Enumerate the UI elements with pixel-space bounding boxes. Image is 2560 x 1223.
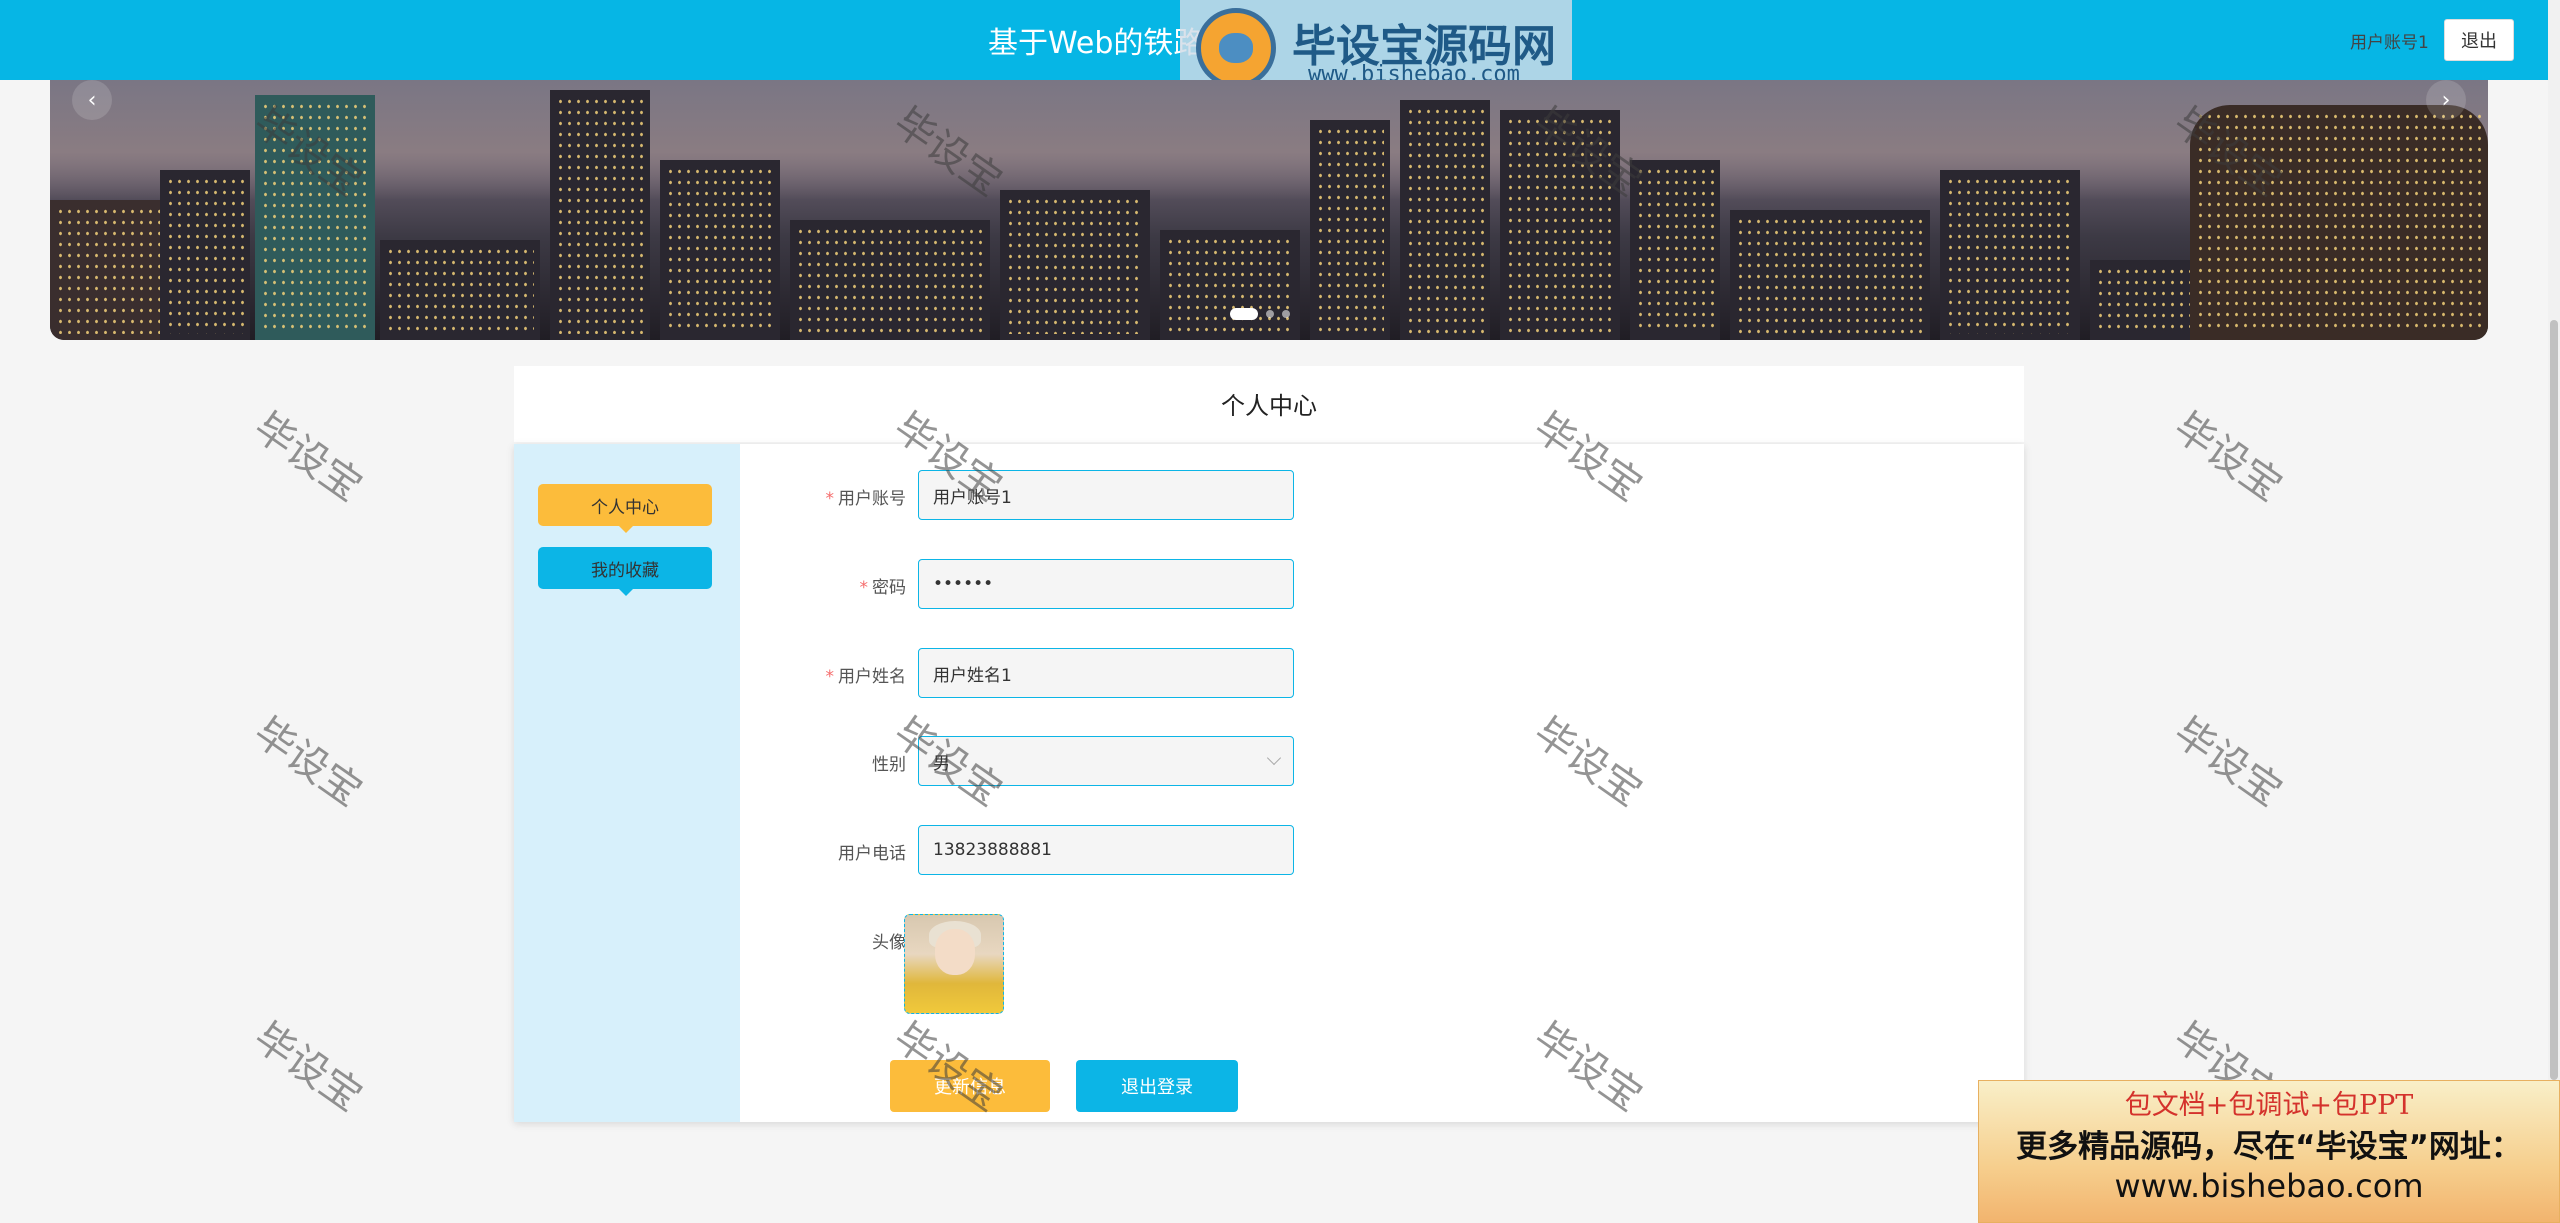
scrollbar-thumb[interactable] [2550, 320, 2558, 1080]
form-row-password: * 密码 •••••• [740, 559, 1640, 611]
ad-line-1: 包文档+包调试+包PPT [2124, 1090, 2414, 1121]
gender-selected-value: 男 [933, 753, 950, 774]
city-building [550, 90, 650, 340]
carousel-dot[interactable] [1282, 310, 1290, 318]
carousel-indicators [1230, 308, 1290, 320]
banner-sky [50, 80, 2488, 200]
page-header: 个人中心 [514, 366, 2024, 442]
city-building [1940, 170, 2080, 340]
carousel-next-arrow[interactable]: › [2426, 80, 2466, 120]
password-input[interactable]: •••••• [918, 559, 1294, 609]
banner-carousel: ‹ › [50, 80, 2488, 340]
form-row-account: * 用户账号 用户账号1 [740, 470, 1640, 522]
city-building [1160, 230, 1300, 340]
carousel-prev-arrow[interactable]: ‹ [72, 80, 112, 120]
form-row-phone: 用户电话 13823888881 [740, 825, 1640, 877]
chevron-down-icon [1266, 750, 1282, 766]
form-row-gender: 性别 男 [740, 736, 1640, 788]
name-input[interactable]: 用户姓名1 [918, 648, 1294, 698]
watermark-text: 毕设宝 [245, 1014, 371, 1121]
required-mark: * [825, 667, 835, 687]
carousel-dot[interactable] [1230, 308, 1258, 320]
city-building [380, 240, 540, 340]
gender-select[interactable]: 男 [918, 736, 1294, 786]
city-building [160, 170, 250, 340]
ad-line-2: 更多精品源码，尽在“毕设宝”网址： [2016, 1129, 2522, 1165]
city-building [1400, 100, 1490, 340]
header-logout-button[interactable]: 退出 [2444, 19, 2514, 61]
phone-label: 用户电话 [838, 844, 906, 864]
city-building [1630, 160, 1720, 340]
gender-label: 性别 [872, 755, 906, 775]
avatar-face [935, 929, 975, 975]
form-row-avatar: 头像 [740, 914, 1640, 966]
form-row-name: * 用户姓名 用户姓名1 [740, 648, 1640, 700]
city-building [790, 220, 990, 340]
city-building [1730, 210, 1930, 340]
current-username: 用户账号1 [2350, 33, 2429, 53]
sidebar-item-favorites[interactable]: 我的收藏 [538, 547, 712, 596]
city-building [255, 95, 375, 340]
city-building [2190, 105, 2488, 340]
profile-panel: 个人中心 我的收藏 * 用户账号 用户账号1 * 密码 •••••• * 用户姓名 用… [514, 444, 2024, 1122]
password-label: * 密码 [859, 578, 907, 598]
account-label: * 用户账号 [825, 489, 907, 509]
watermark-text: 毕设宝 [245, 709, 371, 816]
city-building [1500, 110, 1620, 340]
required-mark: * [859, 578, 869, 598]
site-title: 基于Web的铁路 [988, 26, 1204, 61]
avatar-label: 头像 [872, 933, 906, 953]
city-building [1000, 190, 1150, 340]
page-title: 个人中心 [1221, 392, 1317, 420]
city-building [660, 160, 780, 340]
account-input[interactable]: 用户账号1 [918, 470, 1294, 520]
vertical-scrollbar[interactable] [2548, 0, 2560, 1223]
carousel-dot[interactable] [1266, 310, 1274, 318]
watermark-text: 毕设宝 [245, 404, 371, 511]
sidebar-item-profile[interactable]: 个人中心 [538, 484, 712, 533]
avatar-upload[interactable] [904, 914, 1004, 1014]
logout-button[interactable]: 退出登录 [1076, 1060, 1238, 1112]
watermark-text: 毕设宝 [2165, 709, 2291, 816]
promo-ad-box[interactable]: 包文档+包调试+包PPT 更多精品源码，尽在“毕设宝”网址： www.bishe… [1978, 1080, 2560, 1223]
sidebar: 个人中心 我的收藏 [514, 444, 740, 1122]
phone-input[interactable]: 13823888881 [918, 825, 1294, 875]
watermark-text: 毕设宝 [2165, 404, 2291, 511]
update-info-button[interactable]: 更新信息 [890, 1060, 1050, 1112]
required-mark: * [825, 489, 835, 509]
owl-logo-icon [1196, 8, 1276, 88]
name-label: * 用户姓名 [825, 667, 907, 687]
city-building [1310, 120, 1390, 340]
ad-url: www.bishebao.com [2114, 1167, 2424, 1205]
